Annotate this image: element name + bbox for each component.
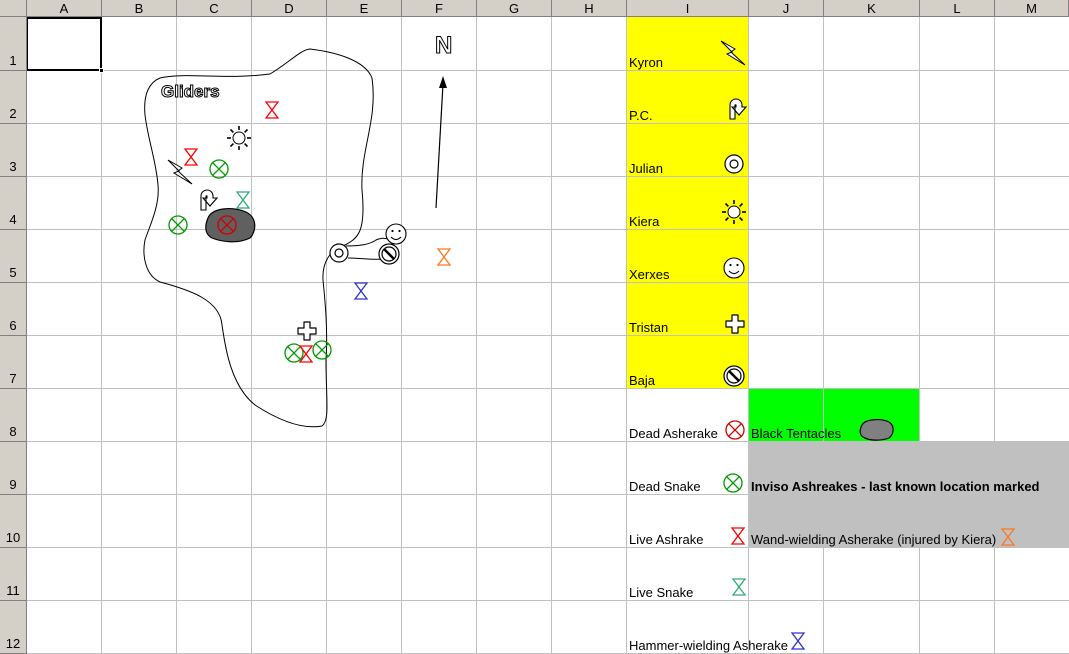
- blue-hourglass-icon: [354, 282, 368, 300]
- legend-kiera-label: Kiera: [629, 214, 660, 229]
- green-x-circle-icon: [312, 340, 332, 360]
- teal-hourglass-icon: [732, 578, 746, 596]
- spreadsheet: A B C D E F G H I J K L M 1 2 3 4 5 6 7 …: [0, 0, 1069, 654]
- gliders-region-outline: [143, 48, 374, 428]
- lightning-bolt-icon: [167, 159, 193, 185]
- target-circle-icon: [329, 243, 349, 263]
- legend-kyron-label: Kyron: [629, 55, 663, 70]
- green-x-circle-icon: [209, 159, 229, 179]
- teal-hourglass-icon: [236, 191, 250, 209]
- u-turn-arrow-icon: [729, 98, 747, 120]
- red-hourglass-icon: [265, 101, 279, 119]
- legend-julian-label: Julian: [629, 161, 663, 176]
- legend-tristan-label: Tristan: [629, 320, 669, 335]
- north-arrow: [435, 83, 444, 209]
- legend-wand-asherake-label: Wand-wielding Asherake (injured by Kiera…: [751, 532, 997, 547]
- blue-hourglass-icon: [791, 632, 805, 650]
- region-label-gliders: Gliders: [161, 82, 221, 102]
- legend-black-tentacles-label: Black Tentacles: [751, 426, 842, 441]
- green-x-circle-icon: [723, 473, 743, 493]
- u-turn-arrow-icon: [200, 189, 218, 211]
- legend-baja-label: Baja: [629, 373, 656, 388]
- green-x-circle-icon: [168, 215, 188, 235]
- legend-inviso-label: Inviso Ashreakes - last known location m…: [751, 479, 1040, 494]
- smiley-face-icon: [723, 257, 745, 279]
- orange-hourglass-icon: [437, 248, 451, 266]
- black-tentacles-icon: [859, 419, 894, 441]
- no-symbol-icon: [722, 364, 746, 388]
- north-arrowhead: [439, 76, 447, 88]
- legend-live-snake-label: Live Snake: [629, 585, 694, 600]
- red-x-circle-icon: [217, 215, 237, 235]
- red-x-circle-icon: [725, 420, 745, 440]
- north-label: N: [434, 32, 453, 60]
- legend-live-ashrake-label: Live Ashrake: [629, 532, 704, 547]
- orange-hourglass-icon: [1001, 528, 1015, 546]
- lightning-bolt-icon: [720, 40, 746, 66]
- cross-icon: [725, 314, 745, 334]
- legend-hammer-asherake-label: Hammer-wielding Asherake: [629, 638, 788, 653]
- red-hourglass-icon: [731, 527, 745, 545]
- legend-pc-label: P.C.: [629, 108, 653, 123]
- target-circle-icon: [724, 154, 744, 174]
- sun-icon: [226, 125, 252, 151]
- legend-dead-asherake-label: Dead Asherake: [629, 426, 718, 441]
- sun-icon: [721, 199, 747, 225]
- legend-dead-snake-label: Dead Snake: [629, 479, 701, 494]
- legend-xerxes-label: Xerxes: [629, 267, 670, 282]
- no-symbol-icon: [377, 242, 401, 266]
